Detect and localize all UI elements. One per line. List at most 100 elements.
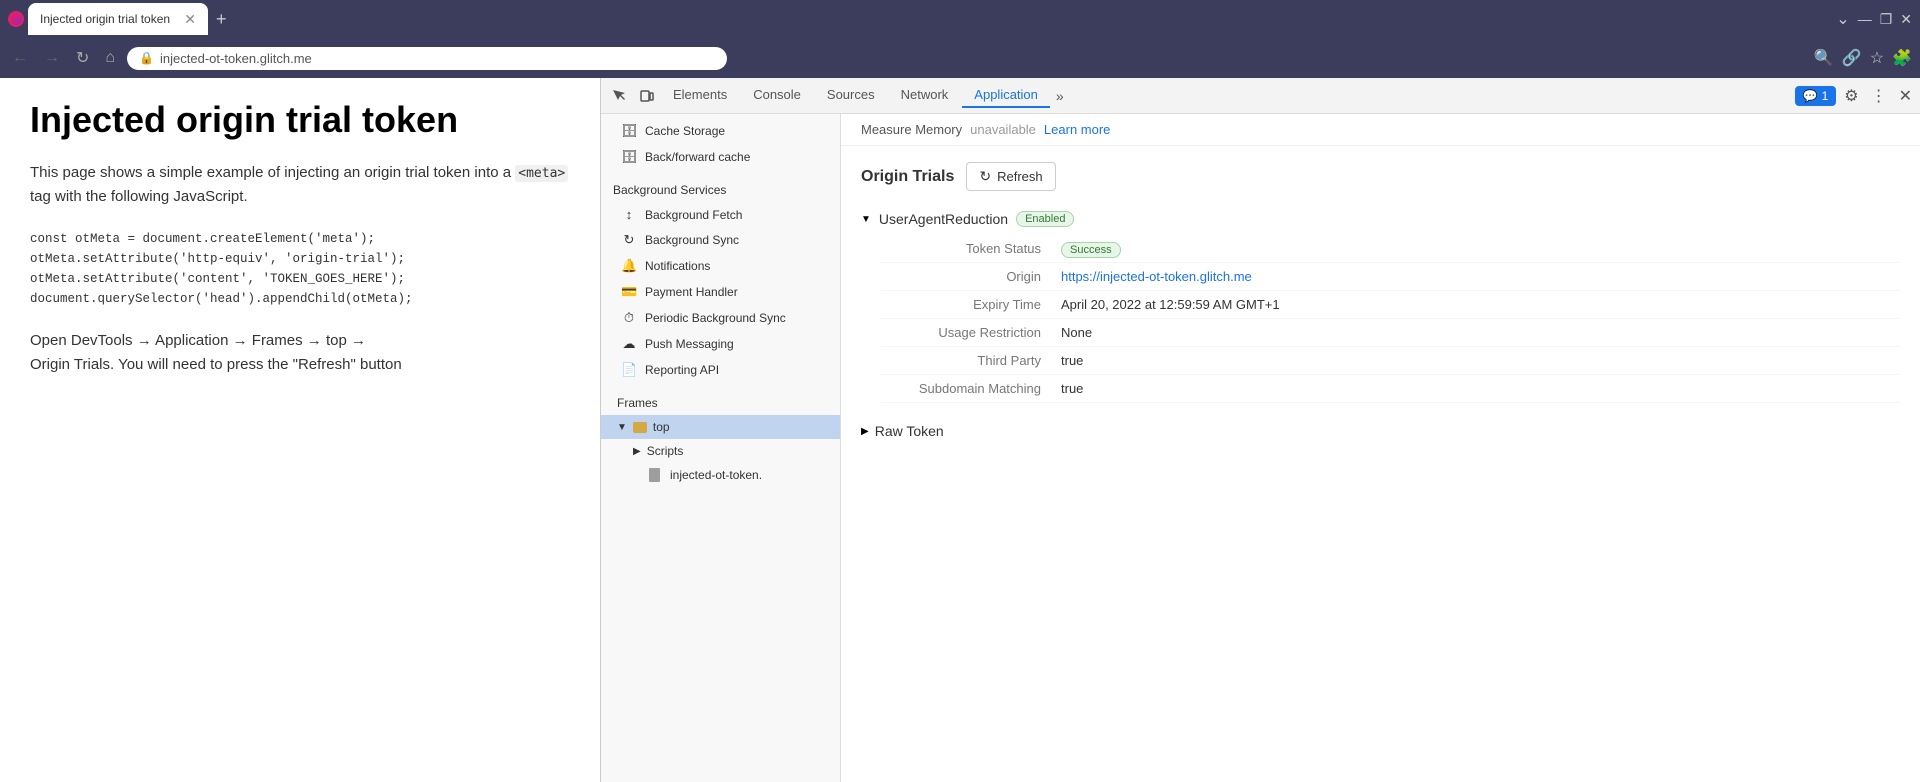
third-party-value: true (1061, 353, 1083, 368)
share-icon[interactable]: 🔗 (1842, 48, 1862, 68)
tab-network[interactable]: Network (889, 83, 961, 108)
page-desc-text1: This page shows a simple example of inje… (30, 164, 515, 181)
tab-favicon (8, 11, 24, 27)
origin-trials-title: Origin Trials (861, 168, 954, 186)
frames-section: Frames ▼ top ▶ Scripts injected-ot-token… (601, 387, 840, 491)
frames-top-label: top (653, 420, 670, 434)
background-sync-icon: ↻ (621, 232, 637, 248)
raw-token-section[interactable]: ▶ Raw Token (841, 415, 1920, 443)
push-messaging-icon: ☁ (621, 336, 637, 352)
tab-console[interactable]: Console (741, 83, 813, 108)
back-forward-cache-icon: 🗄 (621, 149, 637, 165)
periodic-bg-sync-icon: ⏱ (621, 310, 637, 326)
tab-sources[interactable]: Sources (815, 83, 887, 108)
sidebar-item-back-forward-cache[interactable]: 🗄 Back/forward cache (601, 144, 840, 170)
tab-close-button[interactable]: ✕ (184, 11, 196, 28)
trial-header[interactable]: ▼ UserAgentReduction Enabled (861, 207, 1900, 231)
page-description: This page shows a simple example of inje… (30, 161, 570, 209)
usage-restriction-value: None (1061, 325, 1092, 340)
page-content: Injected origin trial token This page sh… (0, 78, 600, 782)
sidebar-item-background-sync[interactable]: ↻ Background Sync (601, 227, 840, 253)
sidebar-item-payment-handler[interactable]: 💳 Payment Handler (601, 279, 840, 305)
background-services-section: Background Services ↕ Background Fetch ↻… (601, 174, 840, 387)
expiry-label: Expiry Time (881, 297, 1061, 312)
subdomain-matching-row: Subdomain Matching true (881, 375, 1900, 403)
background-services-label: Background Services (613, 183, 726, 197)
token-status-label: Token Status (881, 241, 1061, 256)
forward-button[interactable]: → (40, 45, 64, 71)
measure-memory-label: Measure Memory (861, 122, 962, 137)
frames-file-item[interactable]: injected-ot-token. (601, 463, 840, 487)
token-status-row: Token Status Success (881, 235, 1900, 263)
extension-icon[interactable]: 🧩 (1892, 48, 1912, 68)
new-tab-button[interactable]: + (216, 9, 227, 30)
tab-elements[interactable]: Elements (661, 83, 739, 108)
more-tabs-button[interactable]: » (1052, 84, 1068, 108)
code-block: const otMeta = document.createElement('m… (30, 229, 570, 309)
sidebar-item-reporting-api[interactable]: 📄 Reporting API (601, 357, 840, 383)
refresh-button-label: Refresh (997, 169, 1043, 184)
notifications-badge-button[interactable]: 💬 1 (1795, 86, 1837, 106)
background-fetch-icon: ↕ (621, 207, 637, 222)
tab-title: Injected origin trial token (40, 12, 176, 26)
tab-application[interactable]: Application (962, 83, 1050, 108)
page-desc-code: <meta> (515, 165, 568, 182)
device-mode-button[interactable] (633, 82, 661, 110)
sidebar-item-cache-storage[interactable]: 🗄 Cache Storage (601, 118, 840, 144)
devtools-actions: 💬 1 ⚙ ⋮ ✕ (1795, 82, 1916, 110)
sidebar-item-periodic-bg-sync[interactable]: ⏱ Periodic Background Sync (601, 305, 840, 331)
minimize-button[interactable]: — (1858, 11, 1872, 27)
devtools-close-icon[interactable]: ✕ (1895, 82, 1916, 110)
devtools-panel: Elements Console Sources Network Applica… (600, 78, 1920, 782)
measure-memory-row: Measure Memory unavailable Learn more (841, 114, 1920, 146)
tab-overflow-button[interactable]: ⌄ (1836, 9, 1849, 29)
background-services-header[interactable]: Background Services (601, 178, 840, 202)
settings-icon[interactable]: ⚙ (1840, 82, 1862, 110)
trial-name: UserAgentReduction (879, 211, 1008, 227)
devtools-tabs: Elements Console Sources Network Applica… (661, 83, 1795, 108)
page-title: Injected origin trial token (30, 98, 570, 141)
omnibox[interactable]: 🔒 injected-ot-token.glitch.me (127, 47, 727, 70)
origin-label: Origin (881, 269, 1061, 284)
restore-button[interactable]: ❐ (1880, 11, 1893, 28)
browser-chrome: Injected origin trial token ✕ + ⌄ — ❐ ✕ … (0, 0, 1920, 78)
usage-restriction-row: Usage Restriction None (881, 319, 1900, 347)
frames-file-icon (649, 468, 660, 482)
frames-top-item[interactable]: ▼ top (601, 415, 840, 439)
frames-top-chevron-icon: ▼ (617, 422, 627, 433)
inspect-element-button[interactable] (605, 82, 633, 110)
browser-tab-active[interactable]: Injected origin trial token ✕ (28, 3, 208, 35)
sidebar-item-background-fetch[interactable]: ↕ Background Fetch (601, 202, 840, 227)
close-button[interactable]: ✕ (1900, 11, 1912, 28)
trial-section: ▼ UserAgentReduction Enabled Token Statu… (841, 199, 1920, 415)
tab-bar: Injected origin trial token ✕ + ⌄ — ❐ ✕ (0, 0, 1920, 38)
frames-label: Frames (617, 396, 658, 410)
refresh-button[interactable]: ↻ Refresh (966, 162, 1055, 191)
browser-toolbar-icons: 🔍 🔗 ☆ 🧩 (1814, 48, 1912, 68)
expiry-row: Expiry Time April 20, 2022 at 12:59:59 A… (881, 291, 1900, 319)
devtools-content: 🗄 Cache Storage 🗄 Back/forward cache Bac… (601, 114, 1920, 782)
more-options-icon[interactable]: ⋮ (1867, 82, 1891, 110)
success-badge: Success (1061, 242, 1121, 258)
back-button[interactable]: ← (8, 45, 32, 71)
origin-value: https://injected-ot-token.glitch.me (1061, 269, 1252, 284)
notifications-icon: 🔔 (621, 258, 637, 274)
raw-token-expand-icon: ▶ (861, 426, 869, 437)
expiry-value: April 20, 2022 at 12:59:59 AM GMT+1 (1061, 297, 1280, 312)
reporting-api-icon: 📄 (621, 362, 637, 378)
measure-memory-status: unavailable (970, 122, 1036, 137)
sidebar-item-notifications[interactable]: 🔔 Notifications (601, 253, 840, 279)
reload-button[interactable]: ↻ (72, 44, 93, 72)
frames-top-folder-icon (633, 422, 647, 433)
frames-scripts-item[interactable]: ▶ Scripts (601, 439, 840, 463)
third-party-row: Third Party true (881, 347, 1900, 375)
frames-file-label: injected-ot-token. (670, 468, 762, 482)
sidebar-item-push-messaging[interactable]: ☁ Push Messaging (601, 331, 840, 357)
frames-header[interactable]: Frames (601, 391, 840, 415)
learn-more-link[interactable]: Learn more (1044, 122, 1110, 137)
star-icon[interactable]: ☆ (1870, 48, 1884, 68)
token-status-value: Success (1061, 241, 1121, 256)
zoom-icon[interactable]: 🔍 (1814, 48, 1834, 68)
home-button[interactable]: ⌂ (101, 45, 119, 71)
subdomain-matching-value: true (1061, 381, 1083, 396)
